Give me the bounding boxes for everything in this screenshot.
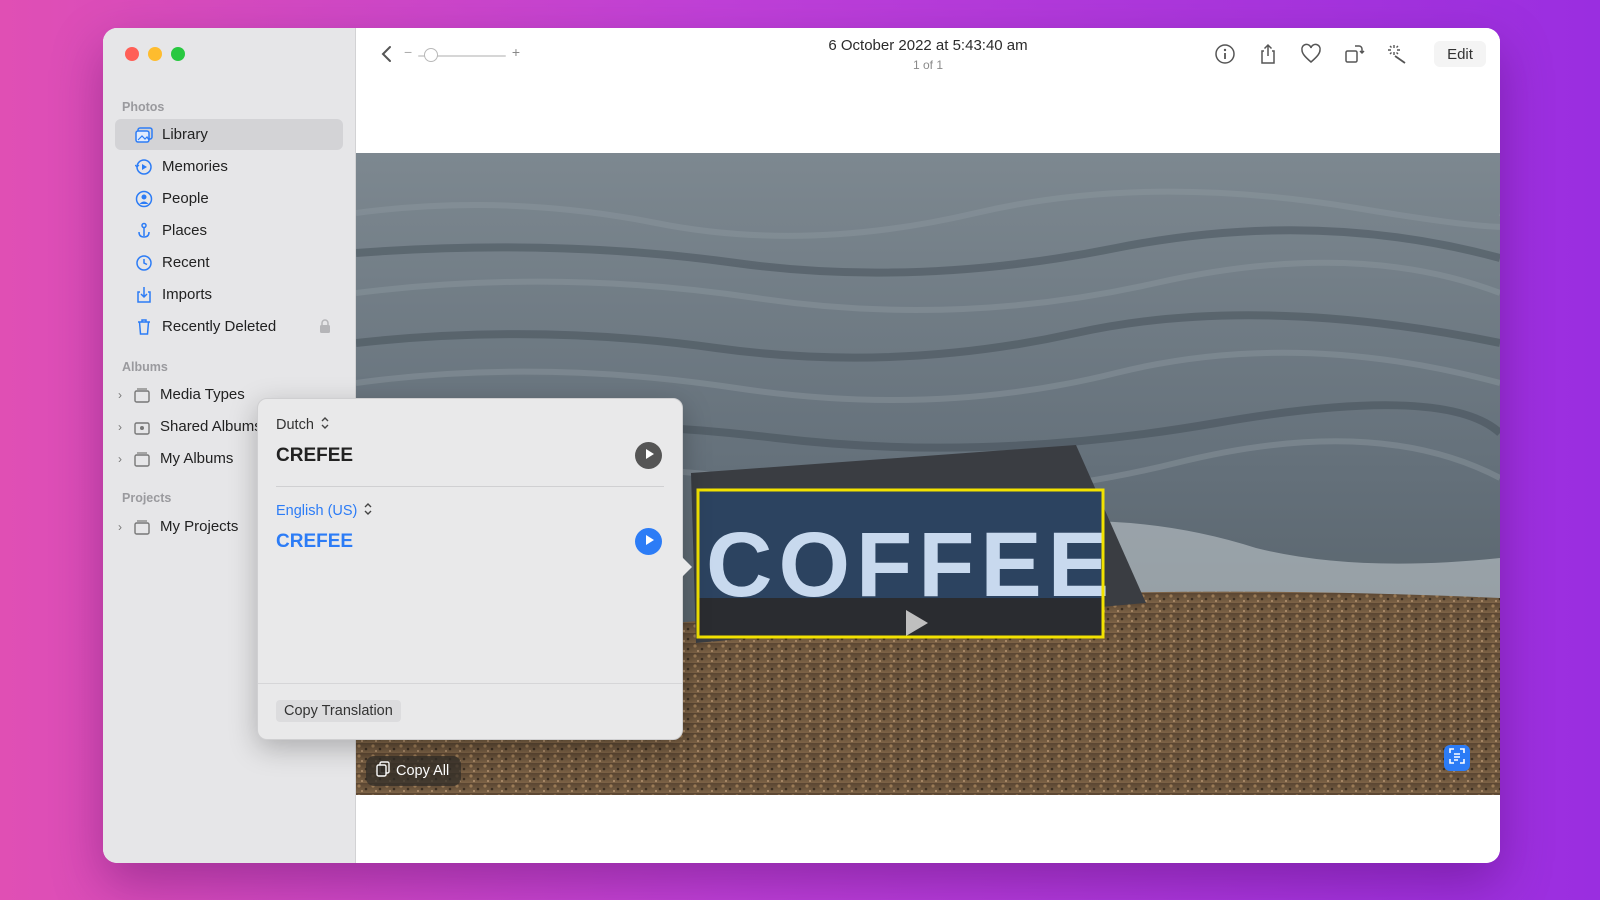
folder-icon [132, 385, 152, 405]
chevron-right-icon[interactable]: › [118, 520, 122, 534]
photo-canvas-bottom [356, 795, 1500, 863]
places-icon [134, 221, 154, 241]
play-translation-button[interactable] [635, 528, 662, 555]
sidebar-item-label: My Albums [160, 450, 234, 467]
sidebar-item-people[interactable]: People [115, 183, 343, 214]
popover-caret [682, 557, 692, 577]
info-icon[interactable] [1214, 43, 1236, 65]
people-icon [134, 189, 154, 209]
popover-divider [276, 486, 664, 487]
sidebar-item-recent[interactable]: Recent [115, 247, 343, 278]
shared-folder-icon [132, 417, 152, 437]
folder-icon [132, 517, 152, 537]
copy-all-label: Copy All [396, 763, 450, 779]
sidebar-item-label: Media Types [160, 386, 245, 403]
live-text-icon [1448, 747, 1466, 770]
copy-icon [376, 761, 390, 781]
close-window-button[interactable] [125, 47, 139, 61]
sidebar-item-imports[interactable]: Imports [115, 279, 343, 310]
zoom-window-button[interactable] [171, 47, 185, 61]
play-icon [643, 533, 655, 551]
edit-button[interactable]: Edit [1434, 41, 1486, 67]
sidebar-item-recently-deleted[interactable]: Recently Deleted [115, 311, 343, 342]
share-icon[interactable] [1257, 43, 1279, 65]
live-text-button[interactable] [1444, 745, 1470, 771]
chevron-right-icon[interactable]: › [118, 388, 122, 402]
popover-footer-divider [258, 683, 682, 684]
heart-icon[interactable] [1300, 43, 1322, 65]
window-controls [125, 47, 185, 61]
chevron-right-icon[interactable]: › [118, 420, 122, 434]
section-label-photos: Photos [122, 100, 165, 114]
lock-icon [319, 319, 331, 337]
translation-popover: Dutch CREFEE English (US) CREFEE Copy Tr… [257, 398, 692, 740]
copy-translation-button[interactable]: Copy Translation [276, 700, 401, 722]
sidebar-item-label: Recent [162, 254, 210, 271]
rotate-icon[interactable] [1343, 43, 1365, 65]
sidebar-item-places[interactable]: Places [115, 215, 343, 246]
clock-icon [134, 253, 154, 273]
updown-chevron-icon [320, 416, 330, 434]
target-language-selector[interactable]: English (US) [276, 502, 373, 520]
sidebar-item-label: Library [162, 126, 208, 143]
chevron-right-icon[interactable]: › [118, 452, 122, 466]
toolbar: − + 6 October 2022 at 5:43:40 am 1 of 1 [356, 28, 1500, 148]
sidebar-item-label: Places [162, 222, 208, 239]
source-text: CREFEE [276, 445, 354, 466]
copy-all-button[interactable]: Copy All [366, 756, 461, 786]
section-label-projects: Projects [122, 491, 172, 505]
sign-text: COFFEE [706, 514, 1115, 616]
updown-chevron-icon [363, 502, 373, 520]
sidebar-item-label: Recently Deleted [162, 318, 277, 335]
magic-wand-icon[interactable] [1386, 43, 1408, 65]
sidebar-item-label: My Projects [160, 518, 239, 535]
translated-text: CREFEE [276, 531, 354, 552]
source-language-label: Dutch [276, 417, 314, 433]
trash-icon [134, 317, 154, 337]
sidebar-item-library[interactable]: Library [115, 119, 343, 150]
play-icon [643, 447, 655, 465]
minimize-window-button[interactable] [148, 47, 162, 61]
imports-icon [134, 285, 154, 305]
folder-icon [132, 449, 152, 469]
sidebar-item-memories[interactable]: Memories [115, 151, 343, 182]
play-source-button[interactable] [635, 442, 662, 469]
library-icon [134, 125, 154, 145]
source-language-selector[interactable]: Dutch [276, 416, 330, 434]
sidebar-item-label: Imports [162, 286, 213, 303]
sidebar-item-label: People [162, 190, 209, 207]
section-label-albums: Albums [122, 360, 168, 374]
target-language-label: English (US) [276, 503, 358, 519]
memories-icon [134, 157, 154, 177]
sidebar-item-label: Shared Albums [160, 418, 262, 435]
sidebar-item-label: Memories [162, 158, 228, 175]
toolbar-icons [1214, 43, 1408, 65]
